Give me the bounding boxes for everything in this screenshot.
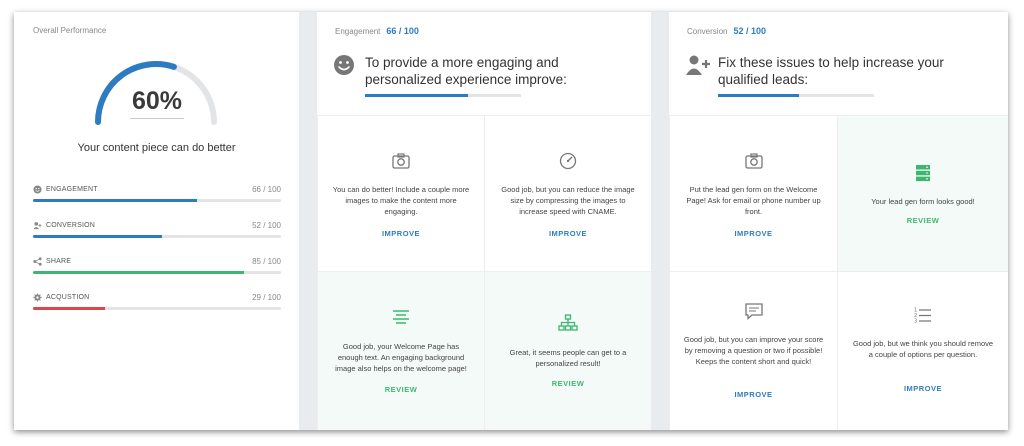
dashboard-frame: Overall Performance 60% Your content pie… <box>14 12 1008 430</box>
card-lead-form-placement: Put the lead gen form on the Welcome Pag… <box>669 115 837 271</box>
conversion-label: Conversion <box>687 27 728 36</box>
metric-label: CONVERSION <box>46 222 96 229</box>
card-image-size: Good job, but you can reduce the image s… <box>484 115 651 271</box>
engagement-score: 66 / 100 <box>386 26 419 36</box>
smile-icon <box>33 185 42 194</box>
metric-fill <box>33 271 244 274</box>
card-more-images: You can do better! Include a couple more… <box>317 115 484 271</box>
engagement-progress-fill <box>365 94 468 97</box>
conversion-cards: Put the lead gen form on the Welcome Pag… <box>669 115 1008 430</box>
overall-performance-title: Overall Performance <box>33 26 107 35</box>
svg-text:3: 3 <box>914 319 917 325</box>
conversion-progress <box>718 94 874 97</box>
metric-conversion: CONVERSION 52 / 100 <box>33 221 281 241</box>
metric-score: 85 / 100 <box>252 257 281 266</box>
smile-icon <box>333 54 355 76</box>
conversion-panel: Conversion 52 / 100 Fix these issues to h… <box>669 12 1008 430</box>
comment-icon <box>744 302 764 320</box>
numbered-list-icon: 123 <box>913 306 933 325</box>
overall-message: Your content piece can do better <box>77 142 236 154</box>
card-text: Good job, but you can reduce the image s… <box>501 185 635 216</box>
metric-label: SHARE <box>46 258 72 265</box>
camera-icon <box>744 152 764 170</box>
improve-link[interactable]: IMPROVE <box>838 384 1008 393</box>
improve-link[interactable]: IMPROVE <box>485 229 651 238</box>
engagement-progress <box>365 94 521 97</box>
metric-track <box>33 271 281 274</box>
improve-link[interactable]: IMPROVE <box>318 229 484 238</box>
overall-percent: 60% <box>131 87 183 115</box>
overall-performance-panel: Overall Performance 60% Your content pie… <box>14 12 299 430</box>
card-personalized-result: Great, it seems people can get to a pers… <box>484 271 651 430</box>
metric-label: ENGAGEMENT <box>46 186 98 193</box>
user-plus-icon <box>685 54 710 76</box>
gauge-divider <box>130 118 184 119</box>
text-lines-icon <box>391 308 411 326</box>
improve-link[interactable]: IMPROVE <box>670 229 837 238</box>
conversion-score: 52 / 100 <box>733 26 766 36</box>
card-text: Good job, your Welcome Page has enough t… <box>335 342 467 373</box>
card-remove-options: 123 Good job, but we think you should re… <box>837 271 1008 430</box>
card-text: Good job, but we think you should remove… <box>852 339 994 359</box>
metric-label: ACQUSTION <box>46 294 90 301</box>
metric-score: 29 / 100 <box>252 293 281 302</box>
card-text: You can do better! Include a couple more… <box>332 185 470 216</box>
metric-engagement: ENGAGEMENT 66 / 100 <box>33 185 281 205</box>
metric-score: 52 / 100 <box>252 221 281 230</box>
improve-link[interactable]: IMPROVE <box>670 390 837 399</box>
conversion-header: Conversion 52 / 100 <box>687 26 766 36</box>
metric-fill <box>33 307 105 310</box>
metric-fill <box>33 235 162 238</box>
review-link[interactable]: REVIEW <box>318 385 484 394</box>
card-text: Good job, but you can improve your score… <box>683 335 824 366</box>
engagement-header: Engagement 66 / 100 <box>335 26 419 36</box>
conversion-heading: Fix these issues to help increase your q… <box>718 55 944 87</box>
engagement-heading: To provide a more engaging and personali… <box>365 55 567 87</box>
card-lead-form-good: Your lead gen form looks good! REVIEW <box>837 115 1008 271</box>
engagement-label: Engagement <box>335 27 381 36</box>
card-text: Great, it seems people can get to a pers… <box>509 348 627 368</box>
metric-score: 66 / 100 <box>252 185 281 194</box>
metric-track <box>33 307 281 310</box>
metric-track <box>33 199 281 202</box>
sitemap-icon <box>558 314 578 332</box>
engagement-panel: Engagement 66 / 100 To provide a more eng… <box>317 12 651 430</box>
user-plus-icon <box>33 221 42 230</box>
metric-acqustion: ACQUSTION 29 / 100 <box>33 293 281 313</box>
metric-share: SHARE 85 / 100 <box>33 257 281 277</box>
engagement-cards: You can do better! Include a couple more… <box>317 115 651 430</box>
metric-track <box>33 235 281 238</box>
server-icon <box>913 164 933 182</box>
review-link[interactable]: REVIEW <box>485 379 651 388</box>
gear-icon <box>33 293 42 302</box>
card-welcome-text: Good job, your Welcome Page has enough t… <box>317 271 484 430</box>
share-icon <box>33 257 42 266</box>
card-text: Put the lead gen form on the Welcome Pag… <box>686 185 821 216</box>
conversion-progress-fill <box>718 94 800 97</box>
card-remove-questions: Good job, but you can improve your score… <box>669 271 837 430</box>
speedometer-icon <box>558 152 578 170</box>
review-link[interactable]: REVIEW <box>838 216 1008 225</box>
card-text: Your lead gen form looks good! <box>871 197 975 206</box>
camera-icon <box>391 152 411 170</box>
metric-fill <box>33 199 197 202</box>
